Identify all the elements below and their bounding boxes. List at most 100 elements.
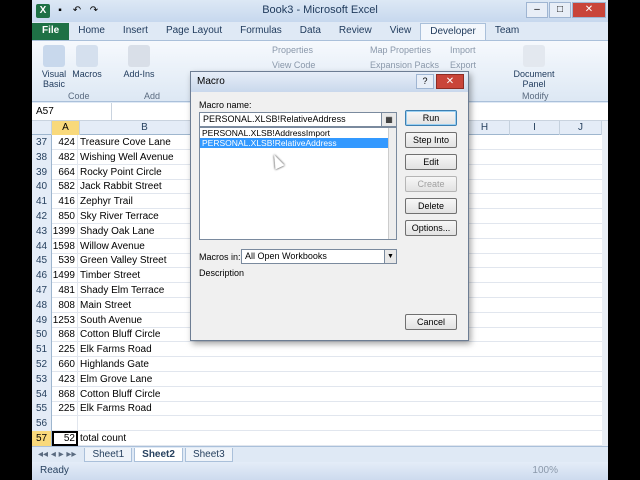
options-button[interactable]: Options... [405,220,457,236]
run-button[interactable]: Run [405,110,457,126]
view-code-button[interactable]: View Code [272,60,315,70]
cell-b[interactable]: total count [80,431,210,446]
row-header[interactable]: 51 [32,342,52,358]
cell-a[interactable]: 1253 [52,312,78,328]
properties-button[interactable]: Properties [272,45,313,55]
row-header[interactable]: 44 [32,238,52,254]
cell-a[interactable]: 1399 [52,223,78,239]
cell-b[interactable]: Highlands Gate [80,357,210,372]
expansion-packs-button[interactable]: Expansion Packs [370,60,439,70]
cell-a[interactable]: 582 [52,179,78,195]
row-header[interactable]: 50 [32,327,52,343]
cell-b[interactable]: Elm Grove Lane [80,372,210,387]
step-into-button[interactable]: Step Into [405,132,457,148]
row-header[interactable]: 41 [32,194,52,210]
row-header[interactable]: 46 [32,268,52,284]
row-header[interactable]: 37 [32,135,52,150]
cell-a[interactable]: 808 [52,297,78,313]
tab-review[interactable]: Review [330,23,381,40]
cell-a[interactable]: 424 [52,135,78,150]
row-header[interactable]: 53 [32,371,52,387]
select-all-corner[interactable] [32,121,52,135]
column-header[interactable]: I [510,121,560,135]
column-header[interactable]: J [560,121,602,135]
tab-page-layout[interactable]: Page Layout [157,23,231,40]
redo-icon[interactable]: ↷ [87,4,101,18]
cell-a[interactable]: 664 [52,164,78,180]
cell-a[interactable]: 52 [52,431,78,446]
row-header[interactable]: 48 [32,297,52,313]
cell-a[interactable]: 423 [52,371,78,387]
row-header[interactable]: 39 [32,164,52,180]
row-header[interactable]: 54 [32,386,52,402]
excel-logo-icon[interactable]: X [36,4,50,18]
cell-a[interactable]: 868 [52,386,78,402]
cell-a[interactable]: 660 [52,357,78,372]
minimize-button[interactable]: – [526,2,548,18]
document-panel-button[interactable]: Document Panel [512,45,556,89]
cell-a[interactable]: 539 [52,253,78,269]
macros-button[interactable]: Macros [72,45,102,79]
cell-b[interactable]: Cotton Bluff Circle [80,387,210,402]
row-header[interactable]: 47 [32,283,52,298]
macro-name-input[interactable]: PERSONAL.XLSB!RelativeAddress [199,112,389,127]
close-window-button[interactable]: ✕ [572,2,606,18]
vertical-scrollbar[interactable] [602,121,608,446]
row-header[interactable]: 52 [32,357,52,372]
tab-team[interactable]: Team [486,23,528,40]
cell-a[interactable] [52,416,78,432]
cell-a[interactable]: 481 [52,283,78,298]
tab-data[interactable]: Data [291,23,330,40]
macro-list-item[interactable]: PERSONAL.XLSB!AddressImport [200,128,396,138]
save-icon[interactable]: ▪ [53,4,67,18]
macros-in-select[interactable]: All Open Workbooks ▼ [241,249,397,264]
macro-list-item[interactable]: PERSONAL.XLSB!RelativeAddress [200,138,396,148]
cell-a[interactable]: 225 [52,342,78,358]
row-header[interactable]: 55 [32,401,52,417]
row-header[interactable]: 49 [32,312,52,328]
map-properties-button[interactable]: Map Properties [370,45,431,55]
maximize-button[interactable]: □ [549,2,571,18]
macro-list-scrollbar[interactable] [388,128,396,239]
zoom-level[interactable]: 100% [532,462,558,480]
row-header[interactable]: 43 [32,223,52,239]
undo-icon[interactable]: ↶ [70,4,84,18]
row-header[interactable]: 40 [32,179,52,195]
sheet-tab-sheet1[interactable]: Sheet1 [84,447,133,462]
export-button[interactable]: Export [450,60,476,70]
collapse-dialog-icon[interactable]: ▦ [381,112,397,127]
delete-button[interactable]: Delete [405,198,457,214]
tab-formulas[interactable]: Formulas [231,23,291,40]
cell-a[interactable]: 482 [52,149,78,165]
sheet-nav-buttons[interactable]: ◂◂ ◂ ▸ ▸▸ [38,449,76,460]
tab-insert[interactable]: Insert [114,23,157,40]
dialog-close-button[interactable]: ✕ [436,74,464,89]
cell-a[interactable]: 868 [52,327,78,343]
cell-a[interactable]: 1598 [52,238,78,254]
cancel-button[interactable]: Cancel [405,314,457,330]
tab-home[interactable]: Home [69,23,114,40]
row-header[interactable]: 38 [32,149,52,165]
tab-view[interactable]: View [381,23,421,40]
tab-developer[interactable]: Developer [420,23,486,40]
tab-file[interactable]: File [32,23,70,40]
create-button[interactable]: Create [405,176,457,192]
cell-a[interactable]: 416 [52,194,78,210]
macro-list[interactable]: PERSONAL.XLSB!AddressImport PERSONAL.XLS… [199,127,397,240]
cell-b[interactable]: Elk Farms Road [80,342,210,357]
cell-b[interactable] [80,416,210,431]
import-button[interactable]: Import [450,45,476,55]
name-box[interactable]: A57 [32,103,112,120]
sheet-tab-sheet2[interactable]: Sheet2 [134,447,183,462]
addins-button[interactable]: Add-Ins [122,45,156,79]
chevron-down-icon[interactable]: ▼ [384,250,396,263]
sheet-tab-sheet3[interactable]: Sheet3 [184,447,233,462]
row-header[interactable]: 45 [32,253,52,269]
dialog-help-button[interactable]: ? [416,74,434,89]
edit-button[interactable]: Edit [405,154,457,170]
cell-a[interactable]: 225 [52,401,78,417]
visual-basic-button[interactable]: Visual Basic [36,45,72,89]
row-header[interactable]: 57 [32,431,52,446]
cell-b[interactable]: Elk Farms Road [80,401,210,416]
cell-a[interactable]: 850 [52,209,78,224]
